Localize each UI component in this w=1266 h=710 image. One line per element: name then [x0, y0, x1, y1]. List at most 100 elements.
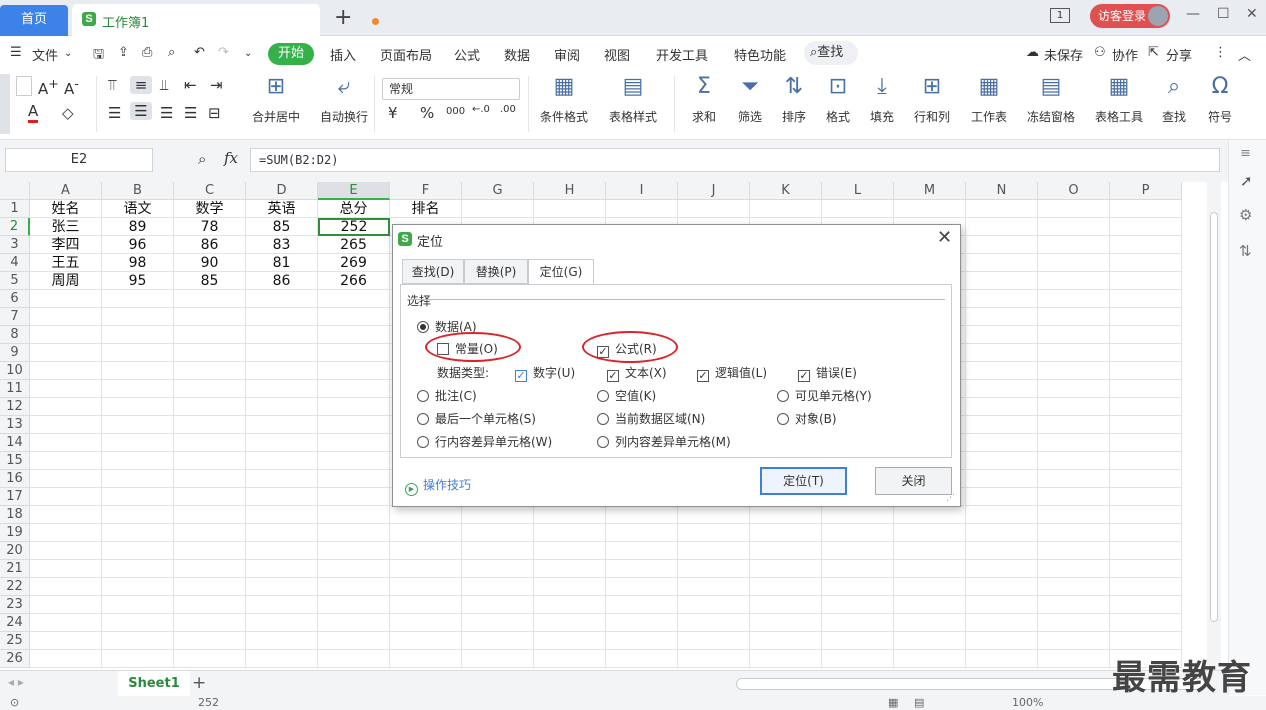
grid-cell[interactable]: 语文 — [102, 200, 174, 218]
grid-cell[interactable] — [822, 650, 894, 668]
align-middle-icon[interactable]: ≡ — [130, 76, 152, 94]
column-header-l[interactable]: L — [822, 182, 894, 200]
row-header[interactable]: 17 — [0, 488, 30, 506]
grid-cell[interactable]: 85 — [174, 272, 246, 290]
column-header-i[interactable]: I — [606, 182, 678, 200]
grid-cell[interactable] — [30, 524, 102, 542]
row-header[interactable]: 16 — [0, 470, 30, 488]
grid-cell[interactable] — [1110, 542, 1182, 560]
grid-cell[interactable] — [390, 542, 462, 560]
goto-button[interactable]: 定位(T) — [760, 467, 847, 495]
column-header-k[interactable]: K — [750, 182, 822, 200]
column-header-m[interactable]: M — [894, 182, 966, 200]
grid-cell[interactable] — [174, 560, 246, 578]
grid-cell[interactable] — [606, 524, 678, 542]
grid-cell[interactable] — [822, 506, 894, 524]
row-header[interactable]: 20 — [0, 542, 30, 560]
row-header[interactable]: 14 — [0, 434, 30, 452]
grid-cell[interactable] — [966, 524, 1038, 542]
unsaved-label[interactable]: 未保存 — [1044, 45, 1083, 64]
grid-cell[interactable] — [102, 416, 174, 434]
grid-cell[interactable] — [318, 488, 390, 506]
grid-cell[interactable] — [606, 578, 678, 596]
find-button[interactable]: ⌕ 查找 — [1156, 72, 1192, 125]
grid-cell[interactable] — [822, 200, 894, 218]
grid-cell[interactable] — [1038, 524, 1110, 542]
grid-cell[interactable] — [102, 470, 174, 488]
formula-input[interactable]: =SUM(B2:D2) — [250, 148, 1220, 172]
grid-cell[interactable] — [102, 596, 174, 614]
grid-cell[interactable] — [318, 416, 390, 434]
thousands-icon[interactable]: 000 — [446, 106, 465, 117]
grid-cell[interactable] — [1110, 218, 1182, 236]
grid-cell[interactable] — [102, 290, 174, 308]
filter-button[interactable]: ⏷ 筛选 — [730, 72, 770, 125]
grid-cell[interactable] — [894, 596, 966, 614]
grid-cell[interactable] — [462, 596, 534, 614]
grid-cell[interactable] — [462, 614, 534, 632]
radio-last-cell[interactable]: 最后一个单元格(S) — [417, 410, 536, 427]
collapse-ribbon-icon[interactable]: ︿ — [1238, 45, 1251, 64]
grid-cell[interactable] — [174, 434, 246, 452]
grid-cell[interactable] — [30, 488, 102, 506]
grid-cell[interactable]: 96 — [102, 236, 174, 254]
grid-cell[interactable] — [894, 614, 966, 632]
grid-cell[interactable] — [462, 524, 534, 542]
grid-cell[interactable]: 周周 — [30, 272, 102, 290]
grid-cell[interactable] — [102, 326, 174, 344]
row-col-button[interactable]: ⊞ 行和列 — [908, 72, 956, 125]
menu-view[interactable]: 视图 — [604, 45, 630, 64]
row-header[interactable]: 1 — [0, 200, 30, 218]
grid-cell[interactable] — [1110, 452, 1182, 470]
grid-cell[interactable] — [534, 524, 606, 542]
checkbox-logical[interactable]: ✓ 逻辑值(L) — [697, 364, 767, 382]
row-header[interactable]: 21 — [0, 560, 30, 578]
grid-cell[interactable] — [606, 200, 678, 218]
grid-cell[interactable] — [246, 524, 318, 542]
grid-cell[interactable] — [822, 614, 894, 632]
grid-cell[interactable] — [894, 650, 966, 668]
grid-cell[interactable] — [606, 506, 678, 524]
sum-button[interactable]: Σ 求和 — [684, 72, 724, 125]
grid-cell[interactable] — [102, 488, 174, 506]
grid-cell[interactable] — [966, 272, 1038, 290]
grid-cell[interactable] — [174, 578, 246, 596]
grid-cell[interactable] — [1110, 470, 1182, 488]
menu-special[interactable]: 特色功能 — [734, 45, 786, 64]
grid-cell[interactable] — [390, 614, 462, 632]
decrease-decimal-icon[interactable]: .00 — [500, 104, 516, 115]
grid-cell[interactable] — [102, 344, 174, 362]
adjust-icon[interactable]: ⚙ — [1239, 206, 1252, 224]
grid-cell[interactable] — [1038, 614, 1110, 632]
grid-cell[interactable] — [966, 398, 1038, 416]
column-header-c[interactable]: C — [174, 182, 246, 200]
grid-cell[interactable] — [1038, 560, 1110, 578]
grid-cell[interactable] — [246, 650, 318, 668]
grid-cell[interactable] — [750, 650, 822, 668]
grid-cell[interactable] — [606, 542, 678, 560]
grid-cell[interactable] — [966, 434, 1038, 452]
grid-cell[interactable]: 266 — [318, 272, 390, 290]
row-header[interactable]: 12 — [0, 398, 30, 416]
normal-view-icon[interactable]: ▦ — [888, 696, 898, 709]
increase-decimal-icon[interactable]: ←.0 — [472, 104, 490, 115]
grid-cell[interactable] — [1110, 434, 1182, 452]
grid-cell[interactable] — [102, 578, 174, 596]
grid-cell[interactable] — [174, 650, 246, 668]
grid-cell[interactable] — [750, 542, 822, 560]
close-icon[interactable]: ✕ — [937, 227, 952, 248]
grid-cell[interactable] — [462, 506, 534, 524]
zoom-level[interactable]: 100% — [1012, 696, 1043, 709]
grid-cell[interactable] — [318, 308, 390, 326]
grid-cell[interactable] — [318, 398, 390, 416]
grid-cell[interactable] — [678, 578, 750, 596]
align-right-icon[interactable]: ☰ — [160, 104, 173, 122]
grid-cell[interactable] — [246, 326, 318, 344]
scroll-thumb[interactable] — [1210, 212, 1218, 622]
grid-cell[interactable] — [102, 380, 174, 398]
grid-cell[interactable] — [318, 596, 390, 614]
grid-cell[interactable] — [822, 578, 894, 596]
grid-cell[interactable] — [966, 578, 1038, 596]
grid-cell[interactable] — [30, 560, 102, 578]
grid-cell[interactable] — [1110, 236, 1182, 254]
